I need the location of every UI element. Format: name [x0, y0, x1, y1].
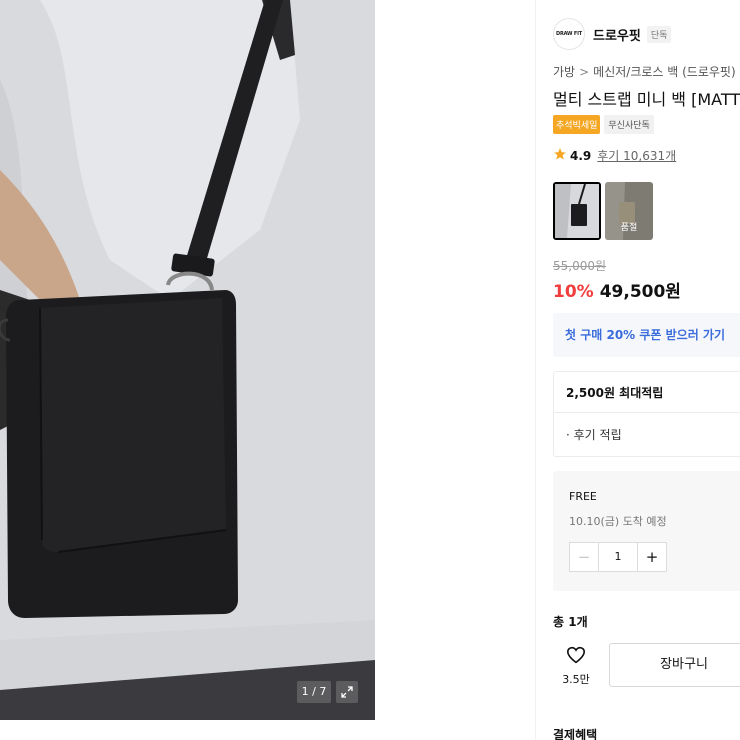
brand-logo[interactable]: DRAW FIT: [553, 18, 585, 50]
max-points[interactable]: 2,500원 최대적립: [566, 384, 663, 401]
option-box: FREE 10.10(금) 도착 예정 − 1 +: [553, 471, 740, 591]
breadcrumb-separator: >: [579, 65, 590, 79]
quantity-input[interactable]: 1: [598, 543, 638, 571]
thumbnail-black[interactable]: [553, 182, 601, 240]
star-icon: [553, 147, 567, 164]
discount-rate: 10%: [553, 282, 594, 302]
divider: [554, 412, 740, 413]
original-price: 55,000원: [553, 259, 607, 273]
image-counter: 1 / 7: [297, 681, 331, 703]
product-title: 멀티 스트랩 미니 백 [MATT: [553, 90, 740, 109]
brand-exclusive-badge: 단독: [646, 25, 672, 43]
heart-icon: [566, 646, 586, 668]
coupon-banner[interactable]: 첫 구매 20% 쿠폰 받으러 가기: [553, 313, 740, 357]
quantity-stepper: − 1 +: [569, 542, 667, 572]
product-tags: 추석빅세일 무신사단독: [553, 115, 654, 134]
arrival-estimate: 10.10(금) 도착 예정: [569, 515, 667, 528]
review-points: · 후기 적립: [566, 428, 622, 442]
quantity-decrease-button[interactable]: −: [570, 543, 598, 571]
like-count: 3.5만: [562, 673, 590, 686]
event-tag: 추석빅세일: [553, 115, 601, 134]
expand-icon[interactable]: [336, 681, 358, 703]
product-info-panel: DRAW FIT 드로우핏 단독 가방 > 메신저/크로스 백 (드로우핏) 멀티 …: [535, 0, 740, 740]
product-image-gallery[interactable]: 1 / 7: [0, 0, 375, 720]
add-to-cart-button[interactable]: 장바구니: [609, 643, 740, 687]
rating: 4.9 후기 10,631개: [553, 147, 676, 164]
breadcrumb-item-category[interactable]: 메신저/크로스 백 (드로우핏): [593, 65, 735, 79]
rating-score: 4.9: [570, 148, 592, 163]
like-button[interactable]: 3.5만: [558, 646, 594, 687]
thumbnail-label-soldout: 품절: [620, 223, 638, 233]
total-count: 총 1개: [553, 615, 588, 629]
shipping-fee: FREE: [569, 490, 597, 503]
final-price: 49,500원: [599, 282, 681, 302]
quantity-increase-button[interactable]: +: [638, 543, 666, 571]
brand-name[interactable]: 드로우핏: [593, 25, 641, 44]
breadcrumb: 가방 > 메신저/크로스 백 (드로우핏): [553, 63, 736, 80]
price-row: 10% 49,500원: [553, 277, 681, 302]
points-box: 2,500원 최대적립 · 후기 적립: [553, 371, 740, 457]
color-thumbnails: 품절: [553, 182, 653, 240]
thumbnail-beige[interactable]: 품절: [605, 182, 653, 240]
brand-row[interactable]: DRAW FIT 드로우핏 단독: [553, 18, 672, 50]
product-main-image: [0, 0, 375, 720]
breadcrumb-item-bag[interactable]: 가방: [553, 65, 575, 79]
payment-benefit-heading: 결제혜택: [553, 728, 598, 740]
exclusive-tag: 무신사단독: [604, 115, 654, 134]
review-count-link[interactable]: 후기 10,631개: [597, 147, 676, 164]
